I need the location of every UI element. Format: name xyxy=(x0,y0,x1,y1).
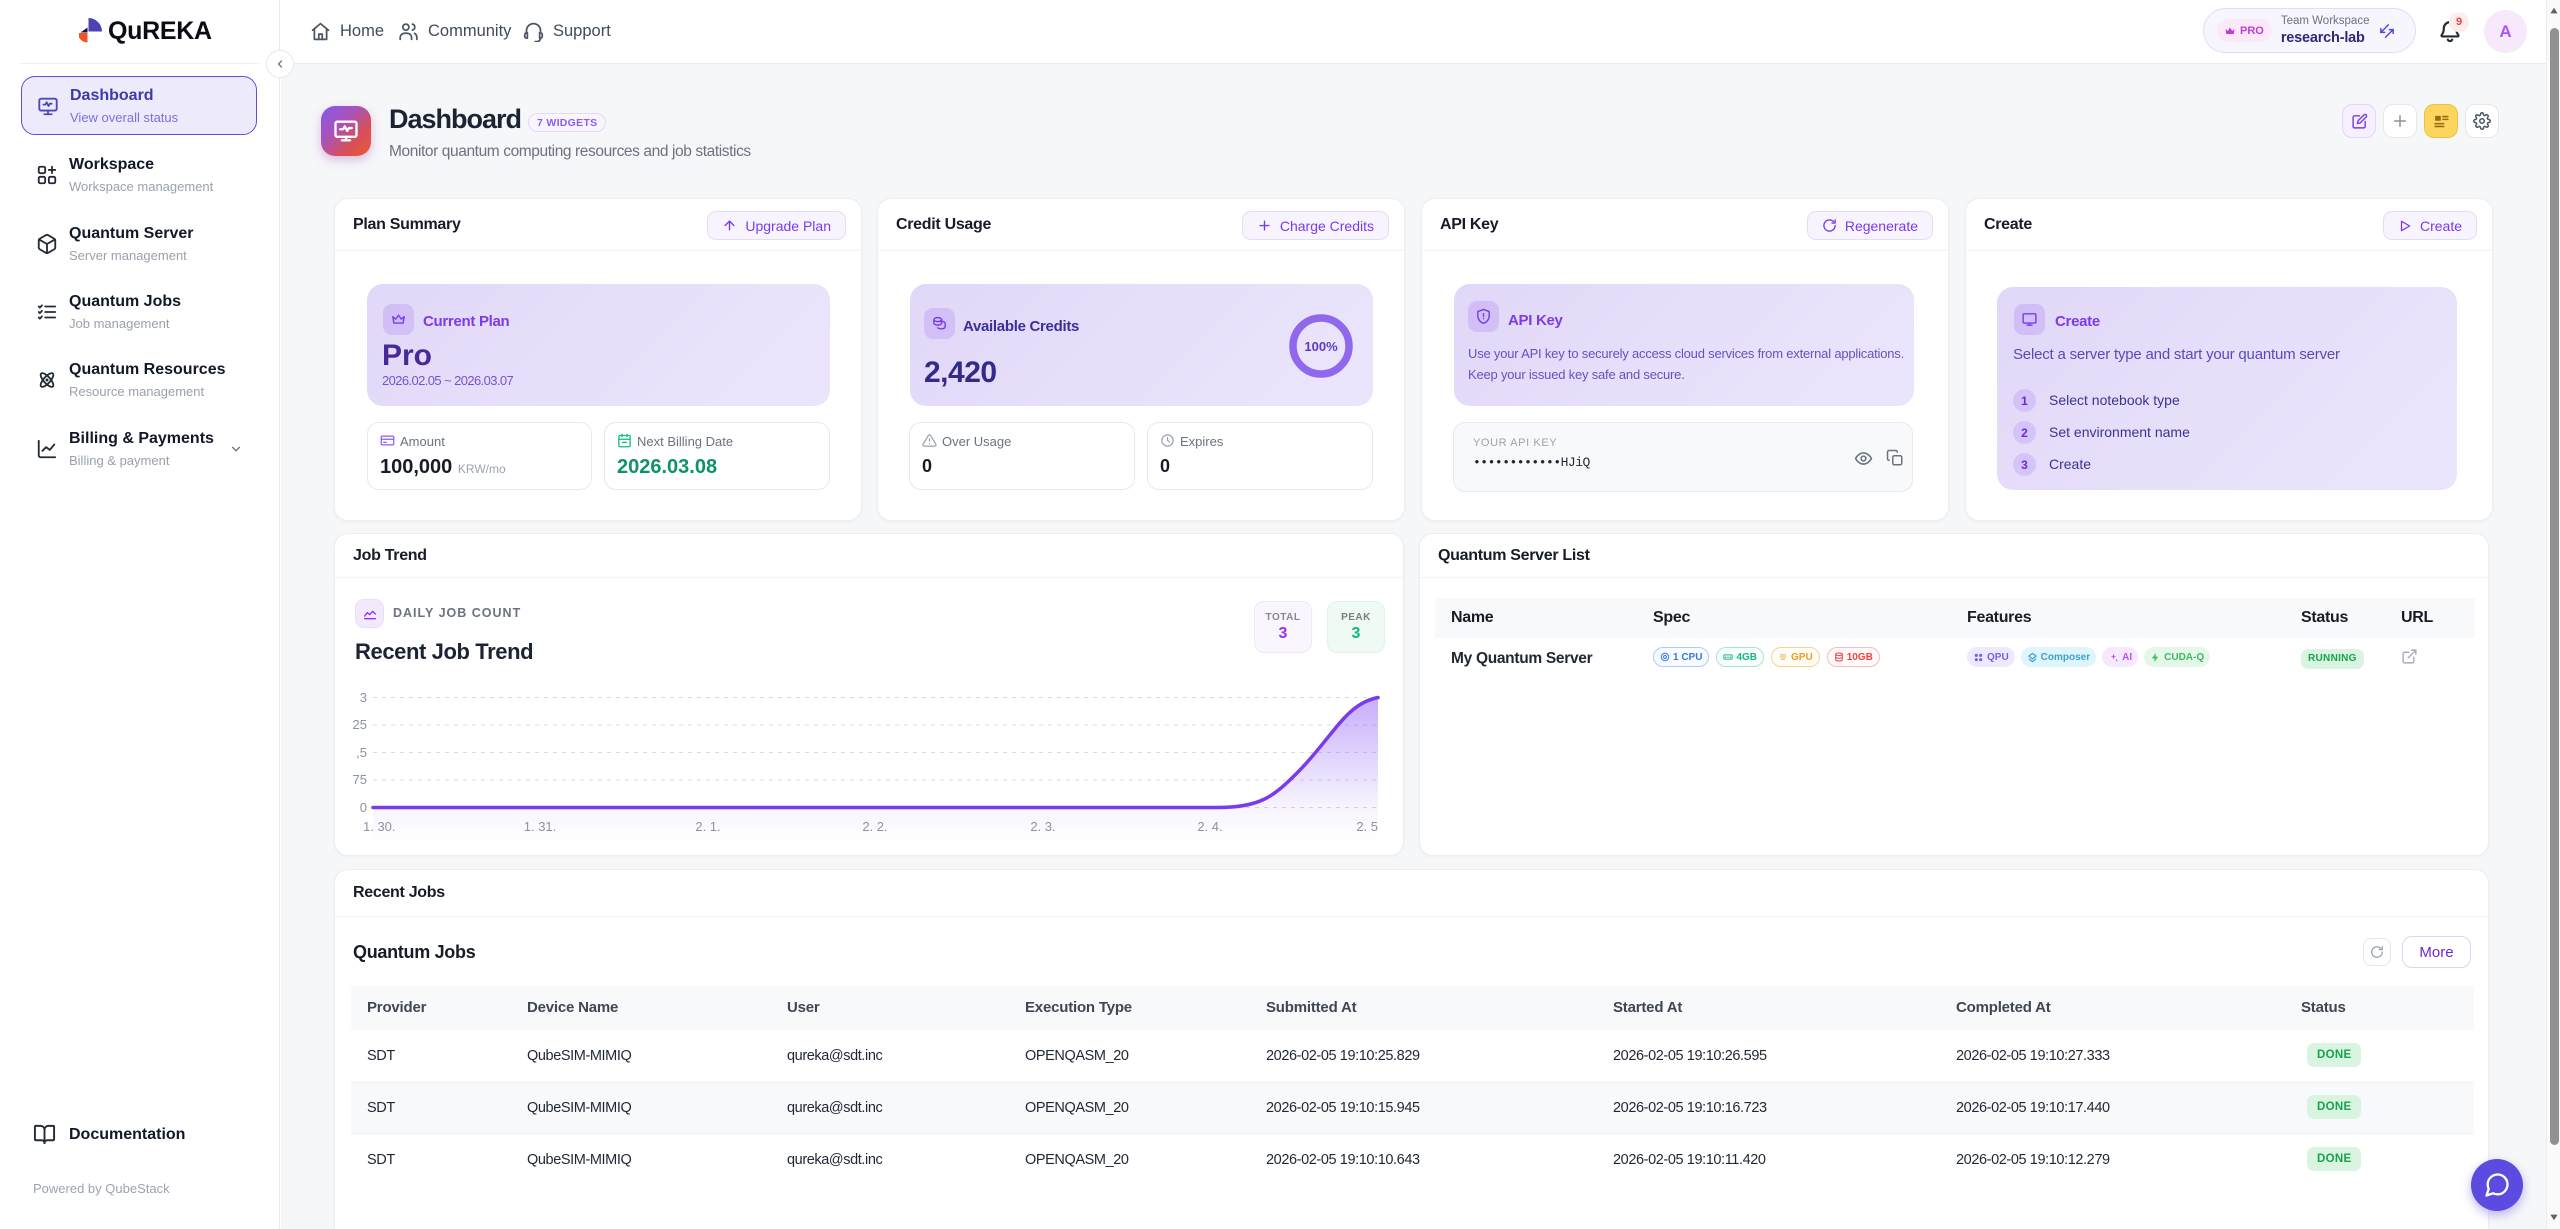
svg-text:25: 25 xyxy=(353,717,367,732)
svg-text:0: 0 xyxy=(360,800,367,815)
svg-text:100%: 100% xyxy=(1304,339,1338,354)
svg-text:1. 31.: 1. 31. xyxy=(524,819,557,834)
svg-text:1. 30.: 1. 30. xyxy=(363,819,396,834)
svg-text:2. 2.: 2. 2. xyxy=(862,819,887,834)
svg-text:75: 75 xyxy=(353,772,367,787)
svg-text:2. 3.: 2. 3. xyxy=(1030,819,1055,834)
svg-text:3: 3 xyxy=(360,690,367,705)
svg-text:2. 4.: 2. 4. xyxy=(1197,819,1222,834)
svg-text:2. 5: 2. 5 xyxy=(1356,819,1378,834)
svg-text:,5: ,5 xyxy=(356,745,367,760)
svg-text:2. 1.: 2. 1. xyxy=(695,819,720,834)
